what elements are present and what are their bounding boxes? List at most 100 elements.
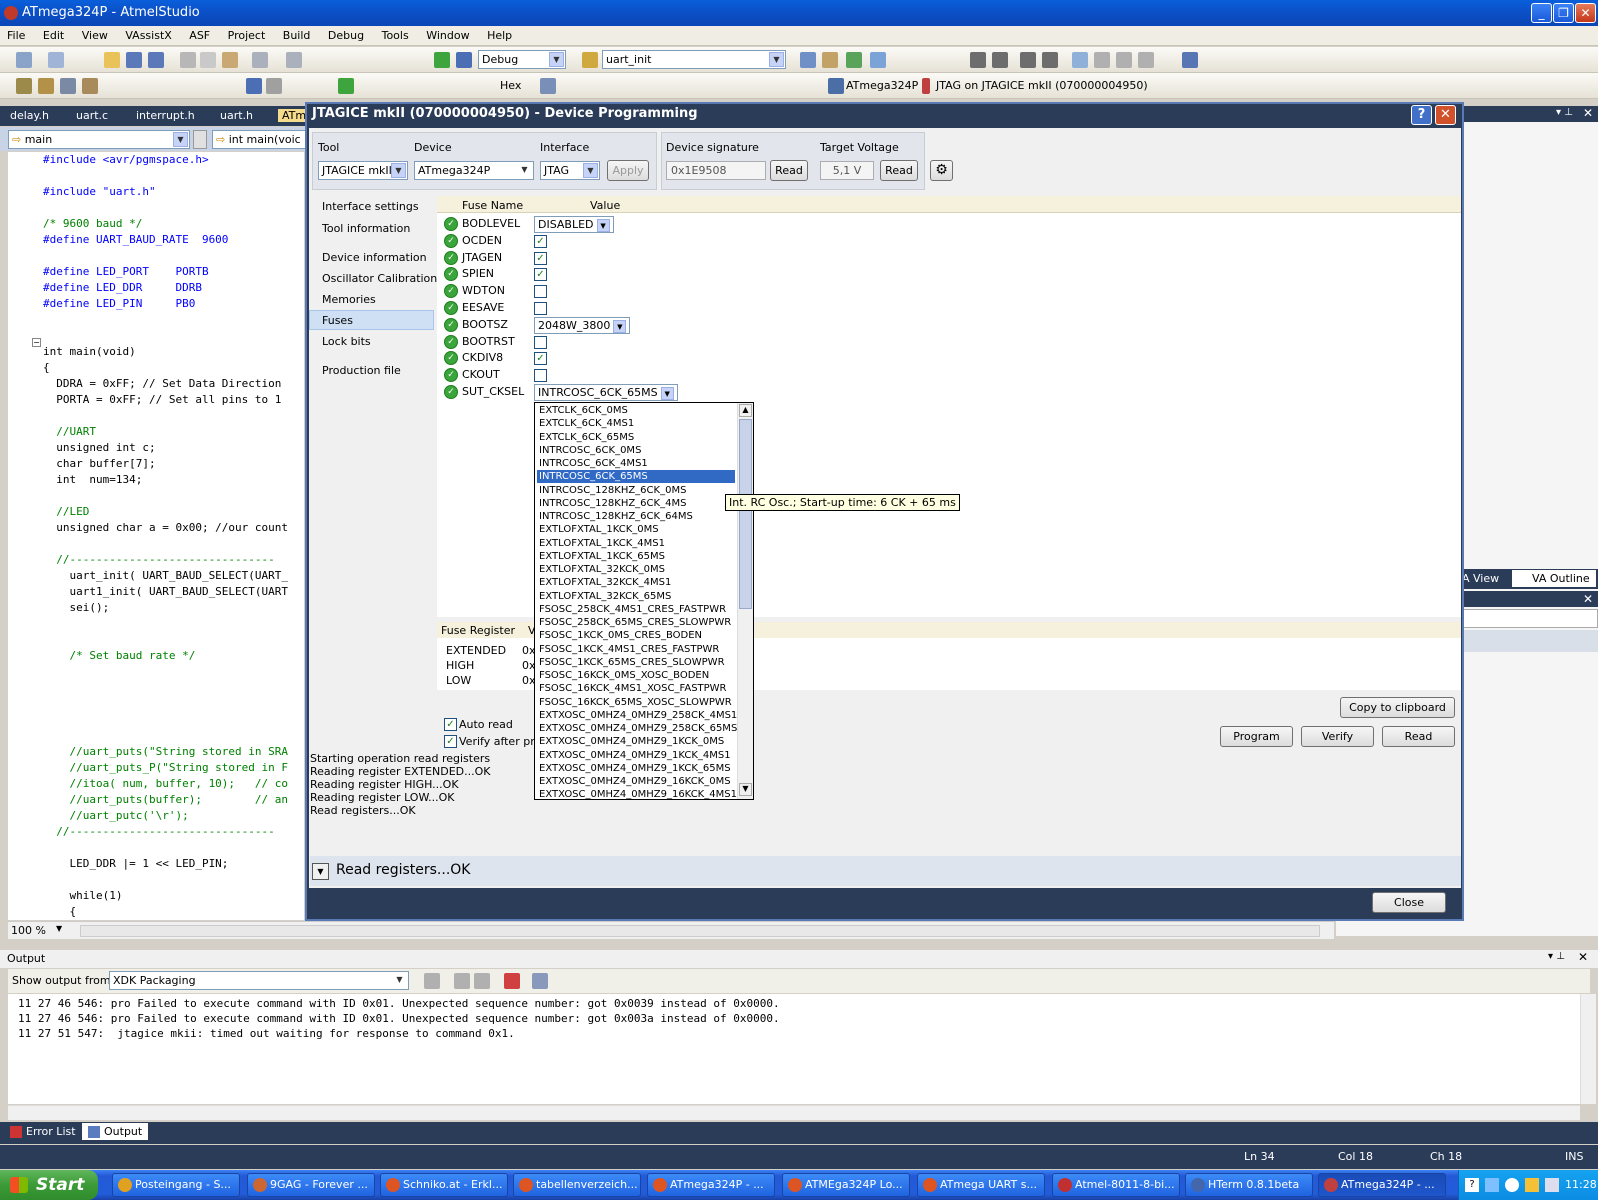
tab-va-outline[interactable]: VA Outline — [1512, 570, 1596, 587]
fuse-checkbox-jtagen[interactable]: ✓ — [534, 252, 547, 265]
dropdown-option[interactable]: EXTXOSC_0MHZ4_0MHZ9_1KCK_0MS — [537, 735, 735, 748]
undo-icon[interactable] — [252, 52, 268, 68]
dropdown-option[interactable]: INTRCOSC_6CK_4MS1 — [537, 457, 735, 470]
find-icon[interactable] — [582, 52, 598, 68]
fuse-select-bootsz[interactable]: 2048W_3800 ▼ — [534, 317, 631, 334]
dropdown-option[interactable]: INTRCOSC_128KHZ_6CK_4MS — [537, 497, 735, 510]
nav-oscillator-calibration[interactable]: Oscillator Calibration — [322, 272, 437, 285]
next-bookmark-icon[interactable] — [1094, 52, 1110, 68]
fuse-checkbox-spien[interactable]: ✓ — [534, 268, 547, 281]
auto-read-checkbox[interactable]: ✓ — [444, 718, 457, 731]
outdent-icon[interactable] — [992, 52, 1008, 68]
close-window-button[interactable]: ✕ — [1575, 3, 1596, 23]
fuse-checkbox-wdton[interactable] — [534, 285, 547, 298]
function-combo[interactable]: uart_init ▼ — [602, 50, 786, 69]
dropdown-option[interactable]: EXTLOFXTAL_32KCK_0MS — [537, 563, 735, 576]
clear-bookmarks-icon[interactable] — [1138, 52, 1154, 68]
pin-icon[interactable]: ▾ ⊥ — [1548, 951, 1565, 962]
nav-memories[interactable]: Memories — [322, 293, 376, 306]
word-wrap-icon[interactable] — [532, 973, 548, 989]
menu-debug[interactable]: Debug — [321, 26, 371, 42]
tab-interrupt-h[interactable]: interrupt.h — [136, 109, 195, 122]
output-text[interactable]: 11 27 46 546: pro Failed to execute comm… — [8, 994, 1580, 1104]
fuse-checkbox-ckdiv8[interactable]: ✓ — [534, 352, 547, 365]
redo-icon[interactable] — [286, 52, 302, 68]
toolbox-icon[interactable] — [846, 52, 862, 68]
read-signature-button[interactable]: Read — [770, 160, 808, 181]
solution-explorer-icon[interactable] — [800, 52, 816, 68]
start-debugging-icon[interactable] — [434, 52, 450, 68]
menu-asf[interactable]: ASF — [182, 26, 217, 42]
build-icon[interactable] — [16, 78, 32, 94]
fuse-checkbox-ocden[interactable]: ✓ — [534, 235, 547, 248]
copy-to-clipboard-button[interactable]: Copy to clipboard — [1340, 697, 1455, 718]
fuse-select-sut_cksel[interactable]: INTRCOSC_6CK_65MS ▼ — [534, 384, 678, 401]
minimize-button[interactable]: _ — [1531, 3, 1552, 23]
function-nav-combo[interactable]: ⇨ int main(voic — [212, 130, 312, 149]
spin-icon[interactable] — [193, 130, 207, 149]
dropdown-option[interactable]: FSOSC_1KCK_4MS1_CRES_FASTPWR — [537, 643, 735, 656]
show-output-select[interactable]: XDK Packaging ▼ — [109, 971, 409, 990]
device-programming-icon[interactable] — [870, 52, 886, 68]
output-horizontal-scrollbar[interactable] — [8, 1105, 1580, 1120]
dropdown-option[interactable]: EXTLOFXTAL_32KCK_4MS1 — [537, 576, 735, 589]
start-button[interactable]: Start — [0, 1170, 98, 1200]
interface-select[interactable]: JTAG ▼ — [540, 161, 600, 180]
nav-tool-information[interactable]: Tool information — [322, 222, 410, 235]
taskbar-task[interactable]: tabellenverzeich... — [513, 1173, 641, 1197]
scope-combo[interactable]: ⇨ main ▼ — [8, 130, 190, 149]
verify-after-checkbox[interactable]: ✓ — [444, 735, 457, 748]
collapse-icon[interactable]: − — [32, 338, 41, 347]
copy-icon[interactable] — [200, 52, 216, 68]
dropdown-option[interactable]: EXTCLK_6CK_65MS — [537, 431, 735, 444]
next-message-icon[interactable] — [474, 973, 490, 989]
close-dialog-button[interactable]: Close — [1372, 892, 1446, 913]
comment-icon[interactable] — [1020, 52, 1036, 68]
safely-remove-icon[interactable] — [1485, 1178, 1499, 1192]
fuse-checkbox-bootrst[interactable] — [534, 336, 547, 349]
nav-lock-bits[interactable]: Lock bits — [322, 335, 371, 348]
close-icon[interactable]: ✕ — [1583, 106, 1593, 120]
run-icon[interactable] — [338, 78, 354, 94]
taskbar-task[interactable]: ATmega324P - ... — [647, 1173, 775, 1197]
dropdown-option[interactable]: EXTXOSC_0MHZ4_0MHZ9_258CK_65MS — [537, 722, 737, 735]
indent-icon[interactable] — [970, 52, 986, 68]
device-label[interactable]: ATmega324P — [846, 79, 918, 92]
menu-build[interactable]: Build — [276, 26, 318, 42]
dropdown-option[interactable]: EXTLOFXTAL_1KCK_65MS — [537, 550, 735, 563]
tab-output[interactable]: Output — [82, 1123, 149, 1140]
dropdown-option[interactable]: FSOSC_258CK_4MS1_CRES_FASTPWR — [537, 603, 735, 616]
clear-all-icon[interactable] — [504, 973, 520, 989]
read-voltage-button[interactable]: Read — [880, 160, 918, 181]
verify-button[interactable]: Verify — [1301, 726, 1374, 747]
dropdown-option[interactable]: FSOSC_16KCK_65MS_XOSC_SLOWPWR — [537, 696, 735, 709]
paste-icon[interactable] — [222, 52, 238, 68]
dropdown-option[interactable]: FSOSC_1KCK_0MS_CRES_BODEN — [537, 629, 735, 642]
dropdown-option[interactable]: FSOSC_258CK_65MS_CRES_SLOWPWR — [537, 616, 735, 629]
speaker-tray-icon[interactable] — [1545, 1178, 1559, 1192]
dropdown-option[interactable]: INTRCOSC_6CK_0MS — [537, 444, 735, 457]
bookmark-icon[interactable] — [1072, 52, 1088, 68]
dropdown-option[interactable]: EXTCLK_6CK_4MS1 — [537, 417, 735, 430]
dropdown-option[interactable]: FSOSC_16KCK_0MS_XOSC_BODEN — [537, 669, 735, 682]
taskbar-task[interactable]: ATmega UART s... — [917, 1173, 1045, 1197]
clean-icon[interactable] — [60, 78, 76, 94]
nav-production-file[interactable]: Production file — [322, 364, 401, 377]
fuse-checkbox-eesave[interactable] — [534, 302, 547, 315]
close-dialog-icon[interactable]: ✕ — [1435, 105, 1456, 125]
stop-icon[interactable] — [266, 78, 282, 94]
tab-uart-c[interactable]: uart.c — [76, 109, 108, 122]
tab-error-list[interactable]: Error List — [10, 1125, 76, 1138]
dropdown-option[interactable]: EXTXOSC_0MHZ4_0MHZ9_16KCK_0MS — [537, 775, 735, 788]
uncomment-icon[interactable] — [1042, 52, 1058, 68]
tool-select[interactable]: JTAGICE mkII ▼ — [318, 161, 408, 180]
find-message-icon[interactable] — [424, 973, 440, 989]
taskbar-task[interactable]: ATMEga324P Lo... — [782, 1173, 910, 1197]
compile-icon[interactable] — [82, 78, 98, 94]
output-vertical-scrollbar[interactable] — [1580, 994, 1596, 1104]
memory-icon[interactable] — [540, 78, 556, 94]
cut-icon[interactable] — [180, 52, 196, 68]
dropdown-option[interactable]: FSOSC_16KCK_4MS1_XOSC_FASTPWR — [537, 682, 735, 695]
step-into-icon[interactable] — [246, 78, 262, 94]
fuse-select-bodlevel[interactable]: DISABLED ▼ — [534, 216, 614, 233]
